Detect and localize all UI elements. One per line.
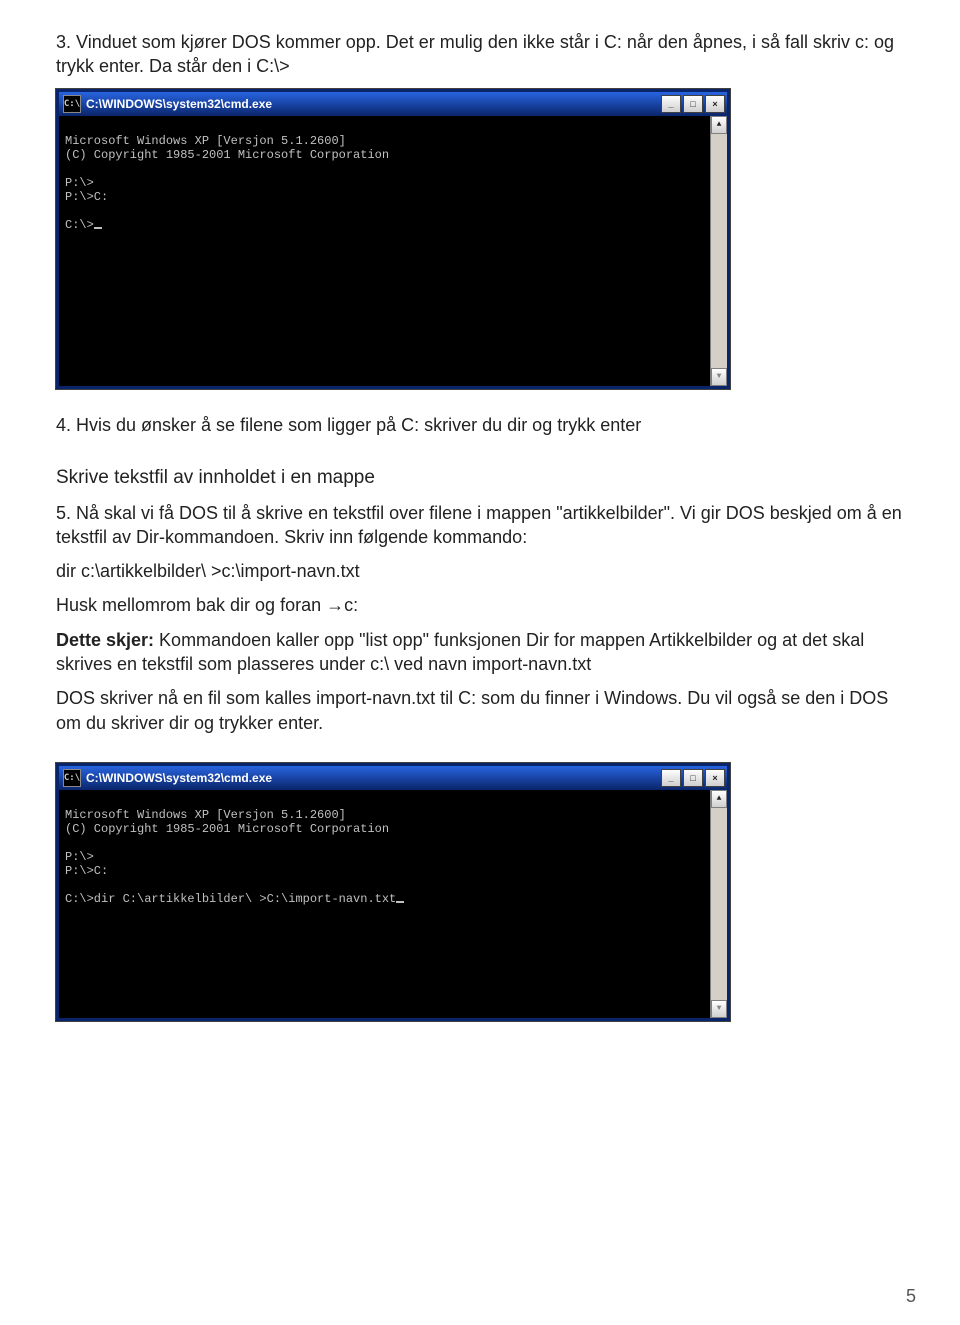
cursor-icon xyxy=(94,227,102,229)
maximize-button[interactable]: □ xyxy=(683,95,703,113)
cmd-line: P:\>C: xyxy=(65,864,108,878)
cmd-line: P:\>C: xyxy=(65,190,108,204)
scroll-down-icon[interactable]: ▼ xyxy=(711,368,727,386)
paragraph-dette-skjer: Dette skjer: Kommandoen kaller opp "list… xyxy=(56,628,904,677)
cmd-line: P:\> xyxy=(65,850,94,864)
scroll-down-icon[interactable]: ▼ xyxy=(711,1000,727,1018)
cmd-title-text: C:\WINDOWS\system32\cmd.exe xyxy=(86,771,659,785)
cmd-line: Microsoft Windows XP [Versjon 5.1.2600] xyxy=(65,808,346,822)
paragraph-dos-writes: DOS skriver nå en fil som kalles import-… xyxy=(56,686,904,735)
cmd-icon: C:\ xyxy=(63,95,81,113)
cmd-icon: C:\ xyxy=(63,769,81,787)
section-title: Skrive tekstfil av innholdet i en mappe xyxy=(56,465,904,491)
scrollbar[interactable]: ▲ ▼ xyxy=(710,116,727,386)
cmd-window-2: C:\ C:\WINDOWS\system32\cmd.exe _ □ × Mi… xyxy=(56,763,730,1021)
text-dette-skjer: Kommandoen kaller opp "list opp" funksjo… xyxy=(56,630,864,674)
paragraph-note-space: Husk mellomrom bak dir og foran →c: xyxy=(56,593,904,617)
cmd-line: C:\> xyxy=(65,218,94,232)
cmd-line: Microsoft Windows XP [Versjon 5.1.2600] xyxy=(65,134,346,148)
minimize-button[interactable]: _ xyxy=(661,769,681,787)
cmd-line: P:\> xyxy=(65,176,94,190)
cmd-body: Microsoft Windows XP [Versjon 5.1.2600] … xyxy=(59,790,727,1018)
cmd-body: Microsoft Windows XP [Versjon 5.1.2600] … xyxy=(59,116,727,386)
cmd-window-1: C:\ C:\WINDOWS\system32\cmd.exe _ □ × Mi… xyxy=(56,89,730,389)
minimize-button[interactable]: _ xyxy=(661,95,681,113)
maximize-button[interactable]: □ xyxy=(683,769,703,787)
scroll-up-icon[interactable]: ▲ xyxy=(711,116,727,134)
cmd-line: (C) Copyright 1985-2001 Microsoft Corpor… xyxy=(65,148,389,162)
command-example-line: dir c:\artikkelbilder\ >c:\import-navn.t… xyxy=(56,559,904,583)
close-button[interactable]: × xyxy=(705,769,725,787)
cmd-title-text: C:\WINDOWS\system32\cmd.exe xyxy=(86,97,659,111)
cmd-titlebar: C:\ C:\WINDOWS\system32\cmd.exe _ □ × xyxy=(59,92,727,116)
scrollbar[interactable]: ▲ ▼ xyxy=(710,790,727,1018)
cursor-icon xyxy=(396,901,404,903)
paragraph-step-5: 5. Nå skal vi få DOS til å skrive en tek… xyxy=(56,501,904,550)
label-dette-skjer: Dette skjer: xyxy=(56,630,154,650)
close-button[interactable]: × xyxy=(705,95,725,113)
cmd-titlebar: C:\ C:\WINDOWS\system32\cmd.exe _ □ × xyxy=(59,766,727,790)
cmd-line: C:\>dir C:\artikkelbilder\ >C:\import-na… xyxy=(65,892,396,906)
paragraph-step-4: 4. Hvis du ønsker å se filene som ligger… xyxy=(56,413,904,437)
paragraph-step-3: 3. Vinduet som kjører DOS kommer opp. De… xyxy=(56,30,904,79)
cmd-line: (C) Copyright 1985-2001 Microsoft Corpor… xyxy=(65,822,389,836)
page-number: 5 xyxy=(906,1286,916,1307)
scroll-up-icon[interactable]: ▲ xyxy=(711,790,727,808)
